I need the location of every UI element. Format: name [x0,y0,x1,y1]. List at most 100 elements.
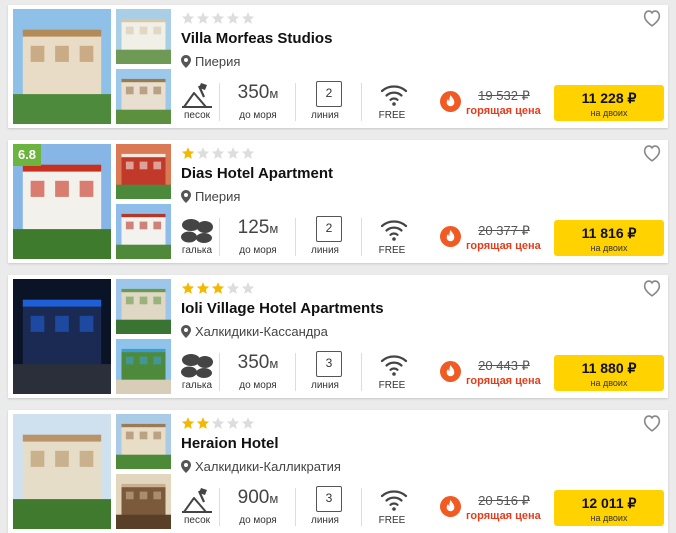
hotel-card[interactable]: Heraion Hotel Халкидики-Калликратия песо… [8,410,668,533]
beach-line-value: 2 [316,216,342,242]
hotel-main-photo[interactable] [13,9,111,124]
location-label: Пиерия [195,54,241,69]
divider [219,83,220,121]
star-icon [226,147,240,159]
hotel-name[interactable]: Villa Morfeas Studios [181,30,332,47]
wifi-icon [380,355,408,376]
old-price: 20 516 ₽ [478,493,530,508]
distance-label: до моря [239,245,277,256]
wifi-label: FREE [378,245,406,256]
beach-type: песок [176,81,218,121]
wifi-label: FREE [378,380,406,391]
pebble-beach-icon [181,354,213,378]
beach-type: галька [176,216,218,256]
favorite-heart-icon[interactable] [642,279,662,297]
hotel-location: Халкидики-Кассандра [181,324,328,339]
hot-price-label: горящая цена [466,240,541,252]
star-icon [181,147,195,159]
distance-label: до моря [239,110,277,121]
divider [219,488,220,526]
star-icon [211,417,225,429]
beach-line-label: линия [311,380,339,391]
rating-badge: 6.8 [13,144,41,166]
beach-type: песок [176,486,218,526]
beach-line: 2 линия [301,216,349,256]
price-button[interactable]: 12 011 ₽ на двоих [554,490,664,526]
distance-label: до моря [239,515,277,526]
beach-type: галька [176,351,218,391]
hot-price-label: горящая цена [466,375,541,387]
hotel-thumb-photo[interactable] [116,69,171,124]
star-icon [196,147,210,159]
beach-line: 3 линия [301,351,349,391]
hotel-thumb-photo[interactable] [116,279,171,334]
hotel-card[interactable]: Villa Morfeas Studios Пиерия песок 350м … [8,5,668,128]
distance-value: 350м [237,352,279,373]
hotel-thumb-photo[interactable] [116,144,171,199]
star-icon [226,417,240,429]
beach-line-value: 3 [316,486,342,512]
star-icon [211,282,225,294]
hotel-name[interactable]: Heraion Hotel [181,435,279,452]
hotel-thumb-photo[interactable] [116,204,171,259]
price-note: на двоих [590,378,628,388]
divider [295,218,296,256]
hotel-thumb-photo[interactable] [116,414,171,469]
location-label: Халкидики-Калликратия [195,459,341,474]
hot-price-fire-icon [440,496,461,517]
wifi-info: FREE [368,351,416,391]
hotel-location: Пиерия [181,189,240,204]
distance-to-sea: 900м до моря [228,486,288,526]
hotel-main-photo[interactable] [13,414,111,529]
wifi-info: FREE [368,486,416,526]
star-icon [196,417,210,429]
star-icon [241,282,255,294]
divider [219,353,220,391]
location-pin-icon [181,460,191,473]
distance-to-sea: 125м до моря [228,216,288,256]
beach-type-label: галька [181,245,213,256]
wifi-icon [380,220,408,241]
sand-beach-icon [182,83,212,108]
favorite-heart-icon[interactable] [642,414,662,432]
hotel-thumb-photo[interactable] [116,9,171,64]
hotel-card[interactable]: Ioli Village Hotel Apartments Халкидики-… [8,275,668,398]
star-icon [181,12,195,24]
favorite-heart-icon[interactable] [642,9,662,27]
divider [219,218,220,256]
favorite-heart-icon[interactable] [642,144,662,162]
distance-value: 125м [237,217,279,238]
old-price: 20 443 ₽ [478,358,530,373]
price-button[interactable]: 11 880 ₽ на двоих [554,355,664,391]
distance-value: 900м [237,487,279,508]
beach-line-label: линия [311,515,339,526]
star-icon [181,282,195,294]
hotel-main-photo[interactable] [13,279,111,394]
star-icon [196,12,210,24]
hot-price-fire-icon [440,361,461,382]
price-button[interactable]: 11 816 ₽ на двоих [554,220,664,256]
divider [295,353,296,391]
star-icon [181,417,195,429]
star-icon [241,12,255,24]
hotel-thumb-photo[interactable] [116,339,171,394]
divider [295,488,296,526]
beach-line: 3 линия [301,486,349,526]
star-icon [211,12,225,24]
star-icon [196,282,210,294]
price-value: 11 880 ₽ [581,360,637,376]
price-note: на двоих [590,513,628,523]
hotel-name[interactable]: Ioli Village Hotel Apartments [181,300,384,317]
wifi-info: FREE [368,216,416,256]
hotel-name[interactable]: Dias Hotel Apartment [181,165,333,182]
divider [295,83,296,121]
distance-label: до моря [239,380,277,391]
price-value: 11 816 ₽ [581,225,637,241]
divider [361,488,362,526]
hotel-card[interactable]: 6.8 Dias Hotel Apartment Пиерия галька 1… [8,140,668,263]
star-icon [226,12,240,24]
wifi-icon [380,490,408,511]
price-note: на двоих [590,243,628,253]
price-button[interactable]: 11 228 ₽ на двоих [554,85,664,121]
hotel-thumb-photo[interactable] [116,474,171,529]
